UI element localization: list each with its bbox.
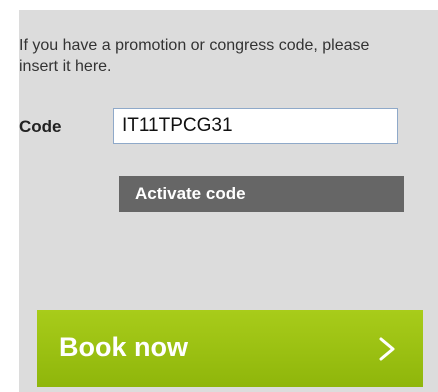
chevron-right-icon xyxy=(379,337,395,361)
book-now-label: Book now xyxy=(59,332,188,362)
promo-intro-text: If you have a promotion or congress code… xyxy=(19,37,370,75)
activate-code-button[interactable]: Activate code xyxy=(119,176,404,212)
book-now-button[interactable]: Book now xyxy=(37,310,423,387)
code-label: Code xyxy=(19,117,62,136)
code-input[interactable] xyxy=(113,108,398,144)
